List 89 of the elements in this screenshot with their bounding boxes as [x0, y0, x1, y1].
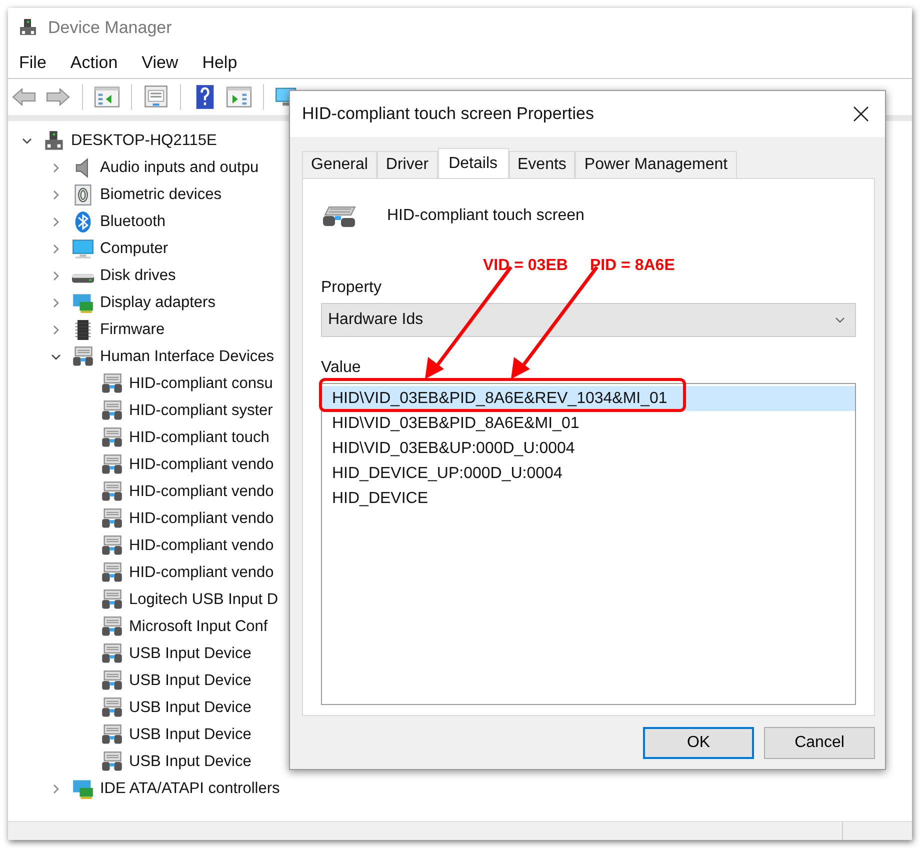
- tree-item[interactable]: Display adapters: [100, 294, 216, 312]
- input-device-icon: [101, 642, 123, 664]
- caret-icon: [835, 317, 845, 323]
- tree-item[interactable]: HID-compliant vendo: [129, 536, 274, 554]
- tree-item[interactable]: Computer: [100, 240, 168, 258]
- annotation-label: PID = 8A6E: [590, 257, 675, 275]
- menu-item[interactable]: Help: [202, 51, 238, 75]
- expand-chevron-icon[interactable]: [51, 216, 61, 226]
- adapter-card-icon: [72, 292, 94, 314]
- menu-item[interactable]: File: [19, 51, 46, 75]
- annotation-label: VID = 03EB: [483, 257, 568, 275]
- tree-item[interactable]: HID-compliant vendo: [129, 564, 274, 582]
- panel-icon[interactable]: [94, 85, 120, 109]
- tree-item[interactable]: Bluetooth: [100, 212, 166, 230]
- tree-item[interactable]: HID-compliant touch: [129, 428, 270, 446]
- expand-chevron-icon[interactable]: [51, 270, 61, 280]
- input-device-icon: [101, 696, 123, 718]
- adapter-card-icon: [72, 778, 94, 800]
- tree-item[interactable]: Audio inputs and outpu: [100, 158, 259, 176]
- tree-item[interactable]: USB Input Device: [129, 698, 252, 716]
- value-item[interactable]: HID\VID_03EB&PID_8A6E&MI_01: [322, 411, 855, 436]
- disk-drive-icon: [72, 274, 94, 283]
- value-item[interactable]: HID\VID_03EB&UP:000D_U:0004: [322, 436, 855, 461]
- collapse-chevron-icon[interactable]: [51, 352, 61, 362]
- input-device-icon: [101, 724, 123, 746]
- property-label: Property: [321, 279, 382, 297]
- input-device-icon: [101, 400, 123, 422]
- expand-chevron-icon[interactable]: [51, 190, 61, 200]
- menu-item[interactable]: View: [142, 51, 178, 75]
- back-arrow-icon[interactable]: [11, 85, 37, 109]
- tree-item[interactable]: HID-compliant vendo: [129, 510, 274, 528]
- expand-chevron-icon[interactable]: [51, 784, 61, 794]
- input-device-icon: [101, 616, 123, 638]
- tree-item[interactable]: Microsoft Input Conf: [129, 618, 268, 636]
- expand-chevron-icon[interactable]: [51, 244, 61, 254]
- menu-item[interactable]: Action: [70, 51, 118, 75]
- tab[interactable]: Driver: [376, 151, 438, 178]
- dialog-button[interactable]: OK: [643, 727, 754, 759]
- tree-item[interactable]: USB Input Device: [129, 644, 252, 662]
- input-device-icon: [101, 426, 123, 448]
- value-item[interactable]: HID_DEVICE_UP:000D_U:0004: [322, 461, 855, 486]
- tree-item[interactable]: HID-compliant syster: [129, 402, 273, 420]
- tree-item[interactable]: DESKTOP-HQ2115E: [71, 132, 217, 150]
- tree-item[interactable]: HID-compliant consu: [129, 374, 273, 392]
- computer-icon: [18, 18, 38, 38]
- tab[interactable]: General: [302, 151, 377, 178]
- input-device-icon: [101, 750, 123, 772]
- monitor-icon: [72, 238, 94, 260]
- forward-arrow-icon[interactable]: [45, 85, 71, 109]
- tree-item[interactable]: USB Input Device: [129, 752, 252, 770]
- dialog-title: HID-compliant touch screen Properties: [302, 104, 594, 124]
- dialog-button[interactable]: Cancel: [764, 727, 875, 759]
- tree-item[interactable]: IDE ATA/ATAPI controllers: [100, 780, 280, 798]
- tree-item[interactable]: Disk drives: [100, 266, 176, 284]
- expand-chevron-icon[interactable]: [51, 162, 61, 172]
- tree-item[interactable]: HID-compliant vendo: [129, 482, 274, 500]
- panel-icon[interactable]: [226, 85, 252, 109]
- fingerprint-icon: [72, 184, 94, 206]
- expand-chevron-icon[interactable]: [51, 298, 61, 308]
- value-label: Value: [321, 359, 362, 377]
- property-dropdown[interactable]: Hardware Ids: [321, 303, 856, 337]
- tree-item[interactable]: Biometric devices: [100, 186, 222, 204]
- tree-item[interactable]: USB Input Device: [129, 672, 252, 690]
- tree-item[interactable]: USB Input Device: [129, 726, 252, 744]
- input-device-icon: [101, 372, 123, 394]
- properties-icon[interactable]: [143, 85, 169, 109]
- device-name: HID-compliant touch screen: [387, 207, 584, 225]
- input-device-icon: [101, 534, 123, 556]
- computer-icon: [43, 130, 65, 152]
- tab[interactable]: Details: [438, 148, 508, 179]
- tab[interactable]: Events: [508, 151, 576, 178]
- tree-item[interactable]: Human Interface Devices: [100, 348, 274, 366]
- window-title: Device Manager: [48, 18, 172, 38]
- input-device-icon: [72, 346, 94, 368]
- input-device-icon: [101, 588, 123, 610]
- input-device-icon: [101, 670, 123, 692]
- value-item[interactable]: HID\VID_03EB&PID_8A6E&REV_1034&MI_01: [322, 386, 855, 411]
- collapse-chevron-icon[interactable]: [22, 136, 32, 146]
- tree-item[interactable]: Logitech USB Input D: [129, 590, 278, 608]
- expand-chevron-icon[interactable]: [51, 324, 61, 334]
- value-item[interactable]: HID_DEVICE: [322, 486, 855, 511]
- close-icon[interactable]: [853, 106, 869, 122]
- input-device-icon: [101, 454, 123, 476]
- input-device-icon: [101, 508, 123, 530]
- tree-item[interactable]: HID-compliant vendo: [129, 456, 274, 474]
- tree-item[interactable]: Firmware: [100, 320, 165, 338]
- input-device-icon: [101, 562, 123, 584]
- tab[interactable]: Power Management: [575, 151, 737, 178]
- input-device-icon: [101, 480, 123, 502]
